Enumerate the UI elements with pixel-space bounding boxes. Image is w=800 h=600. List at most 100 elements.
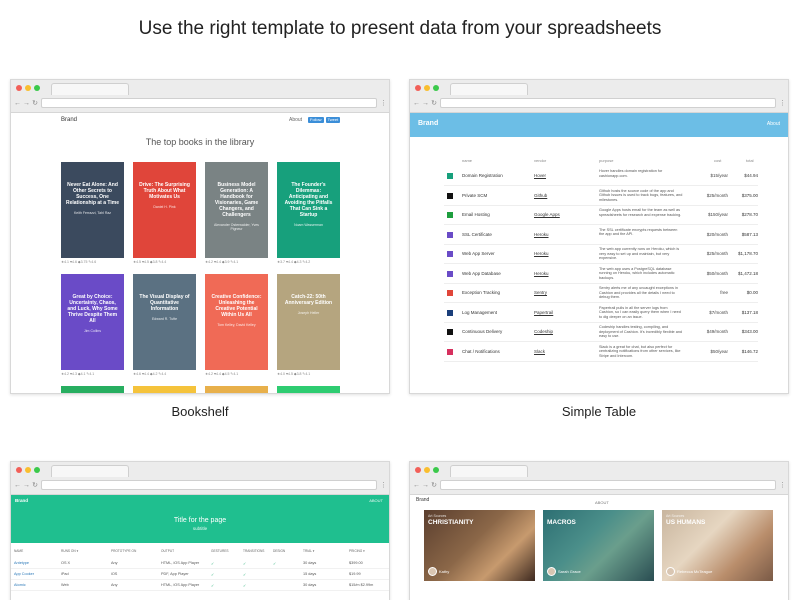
row-vendor-link[interactable]: Google Apps xyxy=(534,212,560,217)
simple-table-template-card[interactable]: ← → ↻ ⋮ Brand About name vendor purpose … xyxy=(409,79,789,394)
table-row: Domain Registration Hover Hover handles do… xyxy=(444,167,758,186)
book-cover[interactable]: Drive: The Surprising Truth About What M… xyxy=(133,162,196,258)
book-cover[interactable]: Business Model Generation: A Handbook fo… xyxy=(205,162,268,258)
row-purpose: The SSL certificate encrypts requests be… xyxy=(599,227,678,237)
table-row: Exception Tracking Sentry Sentry alerts me… xyxy=(444,284,758,303)
close-dot-icon xyxy=(16,85,22,91)
book-cover[interactable]: Never Eat Alone: And Other Secrets to Su… xyxy=(61,162,124,258)
column-header[interactable]: PRICING ▾ xyxy=(349,549,365,553)
column-header[interactable]: GESTURES xyxy=(211,549,229,553)
row-total: $278.70 xyxy=(741,212,758,217)
column-header[interactable]: DESIGN xyxy=(273,549,285,553)
col-name: name xyxy=(462,158,473,163)
column-header[interactable]: PROTOTYPE ON xyxy=(111,549,136,553)
back-arrow-icon: ← xyxy=(413,99,420,107)
back-arrow-icon: ← xyxy=(14,481,21,489)
table-row: Chat / Notifications Slack Slack is a grea… xyxy=(444,343,758,362)
row-name: Chat / Notifications xyxy=(462,348,500,354)
book-author: Alexander Osterwalder, Yves Pigneur xyxy=(214,223,259,231)
data-table-template-card[interactable]: ← → ↻ ⋮ Brand ABOUT Title for the page s… xyxy=(10,461,390,600)
row-vendor-link[interactable]: Heroku xyxy=(534,251,549,256)
row-vendor-link[interactable]: Slack xyxy=(534,349,545,354)
book-cover[interactable]: The Founder's Dilemmas: Anticipating and… xyxy=(277,162,340,258)
row-cost: free xyxy=(720,290,728,295)
cell-transitions: ✓ xyxy=(243,573,247,577)
book-cover-peek[interactable] xyxy=(205,386,268,393)
color-swatch xyxy=(447,309,453,316)
book-cover[interactable]: Great by Choice: Uncertainty, Chaos, and… xyxy=(61,274,124,370)
address-bar xyxy=(41,98,377,108)
cell-pricing: $399.00 xyxy=(349,561,363,565)
book-cover-peek[interactable] xyxy=(277,386,340,393)
bookshelf-about: About xyxy=(289,117,303,123)
browser-chrome: ← → ↻ ⋮ xyxy=(11,80,389,113)
cell-pricing: $19.99 xyxy=(349,572,361,576)
column-header[interactable]: TRIAL ▾ xyxy=(303,549,314,553)
book-author: Tom Kelley, David Kelley xyxy=(217,323,256,327)
row-vendor-link[interactable]: Papertrail xyxy=(534,310,553,315)
column-header[interactable]: TRANSITIONS xyxy=(243,549,264,553)
row-vendor-link[interactable]: Github xyxy=(534,193,547,198)
row-vendor-link[interactable]: Heroku xyxy=(534,232,549,237)
book-author: Daniel H. Pink xyxy=(153,205,176,209)
forward-arrow-icon: → xyxy=(23,481,30,489)
book-cover[interactable]: Creative Confidence: Unleashing the Crea… xyxy=(205,274,268,370)
bookshelf-template-card[interactable]: ← → ↻ ⋮ Brand About Follow Tweet The top… xyxy=(10,79,390,394)
gallery-tile[interactable]: Art Sources CHRISTIANITY Kathy xyxy=(424,510,535,581)
cell-name[interactable]: Antetype xyxy=(14,561,29,565)
book-author: Jim Collins xyxy=(84,329,101,333)
gallery-tile[interactable]: MACROS Sarah Grace xyxy=(543,510,654,581)
color-swatch xyxy=(447,348,453,355)
book-stats: ★4.0 ♥4.5 ◆3.8 ✎4.1 xyxy=(277,372,311,376)
menu-icon: ⋮ xyxy=(380,100,387,107)
gallery-tile[interactable]: Art Sources US HUMANS Rebecca McTeague xyxy=(662,510,773,581)
back-arrow-icon: ← xyxy=(14,99,21,107)
address-bar xyxy=(440,480,776,490)
maximize-dot-icon xyxy=(34,85,40,91)
author-name: Rebecca McTeague xyxy=(677,569,713,574)
column-header[interactable]: OUTPUT xyxy=(161,549,174,553)
row-vendor-link[interactable]: Codeship xyxy=(534,329,553,334)
cell-trial: 30 days xyxy=(303,561,317,565)
tile-label: CHRISTIANITY xyxy=(428,519,474,526)
row-name: Domain Registration xyxy=(462,173,503,178)
row-name: Email Hosting xyxy=(462,212,490,217)
book-cover[interactable]: The Visual Display of Quantitative Infor… xyxy=(133,274,196,370)
column-header[interactable]: NAME xyxy=(14,549,23,553)
row-name: SSL Certificate xyxy=(462,231,492,237)
color-swatch xyxy=(447,329,453,335)
row-vendor-link[interactable]: Heroku xyxy=(534,271,549,276)
row-vendor-link[interactable]: Hover xyxy=(534,173,546,178)
cell-transitions: ✓ xyxy=(243,562,247,566)
book-cover[interactable]: Catch-22: 50th Anniversary Edition Joseph… xyxy=(277,274,340,370)
row-total: $587.13 xyxy=(741,231,758,237)
row-total: $375.00 xyxy=(741,192,758,198)
book-author: Noam Wasserman xyxy=(294,223,323,227)
column-header[interactable]: RUNS ON ▾ xyxy=(61,549,78,553)
book-author: Edward R. Tufte xyxy=(151,317,178,321)
image-gallery-about: ABOUT xyxy=(595,500,609,505)
cell-name[interactable]: App Cooker xyxy=(14,572,34,576)
avatar xyxy=(547,567,556,576)
row-cost: $50/year xyxy=(710,348,728,354)
minimize-dot-icon xyxy=(424,467,430,473)
book-title: Creative Confidence: Unleashing the Crea… xyxy=(211,294,262,318)
book-stats: ★4.6 ♥4.4 ◆4.2 ✎4.4 xyxy=(133,372,167,376)
tweet-badge: Tweet xyxy=(325,117,341,123)
tile-label: US HUMANS xyxy=(666,519,706,526)
cell-gestures: ✓ xyxy=(211,573,215,577)
row-total: $137.18 xyxy=(741,309,758,315)
row-vendor-link[interactable]: Sentry xyxy=(534,290,547,295)
book-cover-peek[interactable] xyxy=(61,386,124,393)
cell-runs-on: iPad xyxy=(61,572,69,576)
table-row: Log Management Papertrail Papertrail pulls… xyxy=(444,304,758,323)
reload-icon: ↻ xyxy=(431,100,437,107)
color-swatch xyxy=(447,290,453,296)
row-purpose: Hover handles domain registration for ca… xyxy=(599,169,663,178)
book-cover-peek[interactable] xyxy=(133,386,196,393)
image-gallery-template-card[interactable]: ← → ↻ ⋮ Brand ABOUT Art Sources CHRISTIAN… xyxy=(409,461,789,600)
menu-icon: ⋮ xyxy=(380,482,387,489)
maximize-dot-icon xyxy=(433,85,439,91)
cell-name[interactable]: Atomic xyxy=(14,583,26,587)
col-cost: cost xyxy=(714,158,722,163)
